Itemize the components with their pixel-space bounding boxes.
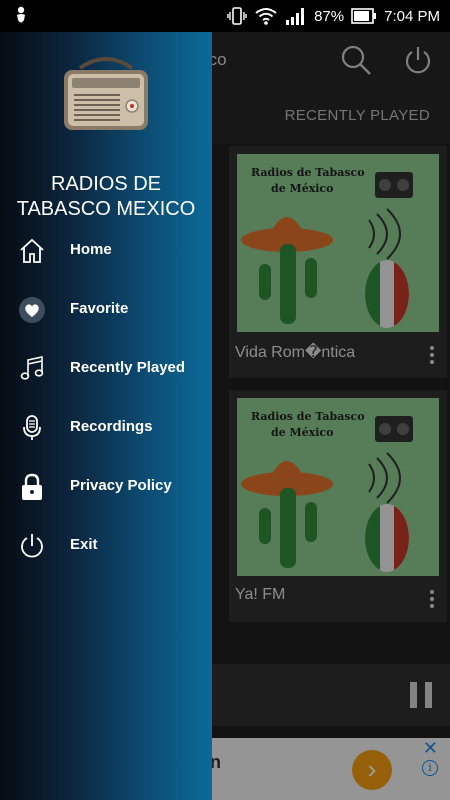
home-icon — [18, 237, 46, 265]
drawer-item-favorite[interactable]: Favorite — [0, 284, 212, 336]
vintage-radio-logo — [60, 54, 152, 139]
battery-icon — [351, 8, 377, 24]
heart-icon — [18, 296, 46, 324]
microphone-icon — [18, 414, 46, 442]
navigation-drawer: RADIOS DE TABASCO MEXICO Home Favorite R… — [0, 32, 212, 800]
battery-percent: 87% — [314, 7, 345, 25]
drawer-title: RADIOS DE TABASCO MEXICO — [16, 173, 196, 220]
drawer-item-recordings[interactable]: Recordings — [0, 402, 212, 454]
status-bar: 87% 7:04 PM — [0, 0, 450, 32]
vibrate-icon — [227, 6, 247, 26]
drawer-item-label: Recordings — [70, 418, 153, 435]
drawer-item-recently-played[interactable]: Recently Played — [0, 343, 212, 395]
drawer-item-label: Home — [70, 241, 112, 258]
drawer-item-label: Recently Played — [70, 359, 186, 376]
lock-icon — [18, 473, 46, 501]
music-note-icon — [18, 355, 46, 383]
drawer-item-label: Favorite — [70, 300, 129, 317]
drawer-item-privacy-policy[interactable]: Privacy Policy — [0, 461, 212, 513]
drawer-item-exit[interactable]: Exit — [0, 520, 212, 572]
power-icon — [18, 532, 46, 560]
drawer-item-home[interactable]: Home — [0, 225, 212, 277]
signal-icon — [285, 6, 307, 26]
wifi-icon — [254, 6, 278, 26]
drawer-item-label: Privacy Policy — [70, 477, 172, 494]
drawer-item-label: Exit — [70, 536, 98, 553]
clock: 7:04 PM — [384, 7, 440, 25]
drawer-header: RADIOS DE TABASCO MEXICO — [0, 32, 212, 232]
notification-icon — [14, 6, 28, 31]
